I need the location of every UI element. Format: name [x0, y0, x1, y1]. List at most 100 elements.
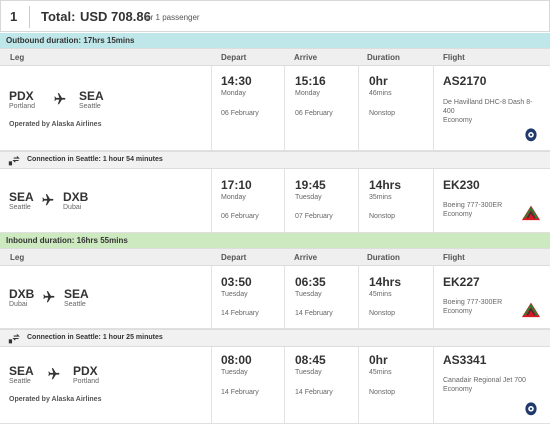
depart-day: Monday [221, 90, 246, 97]
stops: Nonstop [369, 389, 396, 396]
connection-icon [8, 156, 20, 166]
col-duration: Duration [367, 253, 400, 262]
aircraft: Boeing 777-300ER [443, 299, 503, 306]
depart-day: Tuesday [221, 291, 248, 298]
depart-time: 08:00 [221, 353, 252, 367]
col-depart: Depart [221, 253, 247, 262]
col-divider [358, 266, 359, 328]
flight-leg-row[interactable]: PDX Portland SEA Seattle Operated by Ala… [0, 66, 550, 151]
total-amount: USD 708.86 [80, 9, 151, 24]
outbound-duration-bar: Outbound duration: 17hrs 15mins [0, 33, 550, 48]
arrive-time: 15:16 [295, 74, 326, 88]
destination-code: SEA [79, 89, 104, 103]
duration-main: 0hr [369, 74, 388, 88]
depart-date: 06 February [221, 213, 259, 220]
col-arrive: Arrive [294, 53, 318, 62]
col-arrive: Arrive [294, 253, 318, 262]
plane-icon [42, 194, 54, 206]
duration-sub: 45mins [369, 291, 392, 298]
arrive-day: Tuesday [295, 291, 322, 298]
plane-icon [48, 368, 60, 380]
arrive-time: 06:35 [295, 275, 326, 289]
duration-sub: 46mins [369, 90, 392, 97]
destination-code: DXB [63, 190, 89, 204]
col-divider [284, 66, 285, 150]
depart-time: 14:30 [221, 74, 252, 88]
outbound-column-header: Leg Depart Arrive Duration Flight [0, 48, 550, 66]
flight-number: AS2170 [443, 74, 487, 88]
col-leg: Leg [10, 253, 25, 262]
divider [29, 6, 30, 28]
arrive-day: Monday [295, 90, 320, 97]
col-divider [284, 347, 285, 423]
col-divider [358, 66, 359, 150]
alaska-airlines-logo-icon [525, 402, 537, 416]
operated-by: Operated by Alaska Airlines [9, 121, 102, 128]
origin-city: Portland [9, 103, 36, 110]
flight-leg-row[interactable]: SEA Seattle PDX Portland Operated by Ala… [0, 347, 550, 424]
flight-number: AS3341 [443, 353, 487, 367]
depart-date: 06 February [221, 110, 259, 117]
col-divider [211, 169, 212, 232]
depart-time: 03:50 [221, 275, 252, 289]
duration-main: 14hrs [369, 275, 402, 289]
depart-day: Tuesday [221, 369, 248, 376]
aircraft: Canadair Regional Jet 700 [443, 377, 526, 384]
inbound-column-header: Leg Depart Arrive Duration Flight [0, 248, 550, 266]
flight-leg-row[interactable]: DXB Dubai SEA Seattle 03:50 Tuesday 14 F… [0, 266, 550, 329]
origin-city: Seattle [9, 204, 31, 211]
col-divider [358, 169, 359, 232]
duration-main: 14hrs [369, 178, 402, 192]
arrive-time: 19:45 [295, 178, 326, 192]
stops: Nonstop [369, 213, 396, 220]
cabin-class: Economy [443, 308, 473, 315]
depart-date: 14 February [221, 389, 259, 396]
col-divider [433, 266, 434, 328]
col-flight: Flight [443, 53, 465, 62]
stops: Nonstop [369, 310, 396, 317]
flight-number: EK227 [443, 275, 480, 289]
total-label: Total: [41, 9, 76, 24]
passenger-count: for 1 passenger [144, 13, 200, 22]
connection-text: Connection in Seattle: 1 hour 54 minutes [27, 156, 163, 163]
origin-code: SEA [9, 364, 34, 378]
col-divider [284, 169, 285, 232]
duration-sub: 45mins [369, 369, 392, 376]
origin-city: Seattle [9, 378, 31, 385]
destination-code: SEA [64, 287, 89, 301]
plane-icon [43, 291, 55, 303]
stops: Nonstop [369, 110, 396, 117]
arrive-date: 14 February [295, 310, 333, 317]
itinerary-index: 1 [10, 9, 18, 24]
flight-leg-row[interactable]: SEA Seattle DXB Dubai 17:10 Monday 06 Fe… [0, 169, 550, 233]
col-divider [211, 347, 212, 423]
col-depart: Depart [221, 53, 247, 62]
col-leg: Leg [10, 53, 25, 62]
flight-number: EK230 [443, 178, 480, 192]
origin-code: DXB [9, 287, 35, 301]
connection-icon [8, 334, 20, 344]
depart-time: 17:10 [221, 178, 252, 192]
arrive-date: 06 February [295, 110, 333, 117]
destination-code: PDX [73, 364, 98, 378]
col-divider [433, 347, 434, 423]
duration-main: 0hr [369, 353, 388, 367]
connection-text: Connection in Seattle: 1 hour 25 minutes [27, 334, 163, 341]
aircraft: De Havilland DHC-8 Dash 8-400 [443, 99, 533, 115]
depart-date: 14 February [221, 310, 259, 317]
origin-city: Dubai [9, 301, 28, 308]
arrive-day: Tuesday [295, 369, 322, 376]
col-duration: Duration [367, 53, 400, 62]
arrive-time: 08:45 [295, 353, 326, 367]
inbound-duration-bar: Inbound duration: 16hrs 55mins [0, 233, 550, 248]
col-divider [211, 66, 212, 150]
origin-code: PDX [9, 89, 34, 103]
origin-code: SEA [9, 190, 34, 204]
alaska-airlines-logo-icon [525, 128, 537, 142]
arrive-date: 07 February [295, 213, 333, 220]
operated-by: Operated by Alaska Airlines [9, 396, 102, 403]
col-divider [433, 66, 434, 150]
cabin-class: Economy [443, 211, 473, 218]
arrive-date: 14 February [295, 389, 333, 396]
destination-city: Seattle [79, 103, 101, 110]
